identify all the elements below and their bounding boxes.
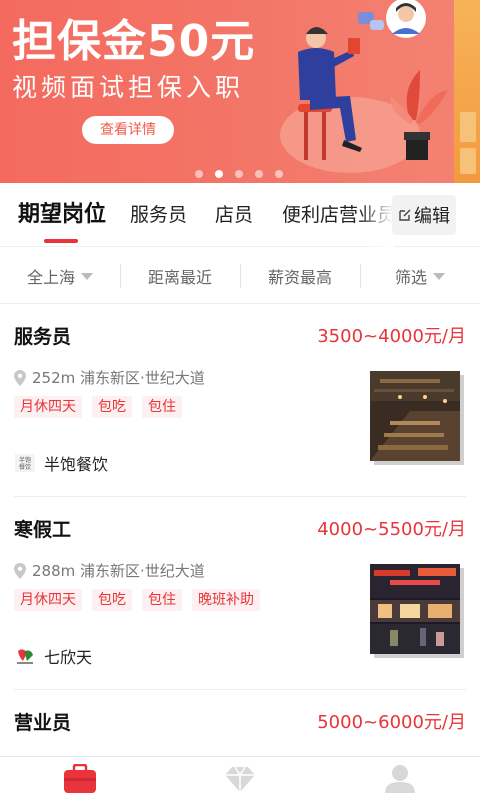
pagination-dot[interactable]: [195, 170, 203, 178]
filter-city[interactable]: 全上海: [0, 248, 120, 304]
promo-banner[interactable]: 担保金50元 视频面试担保入职 查看详情: [0, 0, 480, 183]
pagination-dot[interactable]: [255, 170, 263, 178]
job-tag: 月休四天: [14, 396, 82, 418]
filter-nearest-label: 距离最近: [147, 268, 212, 287]
job-salary: 3500~4000元/月: [317, 326, 466, 347]
nav-jobs[interactable]: [0, 757, 160, 800]
job-thumbnail: [370, 371, 464, 465]
banner-illustration: [280, 0, 448, 173]
company-logo: [14, 646, 36, 666]
filter-bar: 全上海 距离最近 薪资最高 筛选: [0, 248, 480, 304]
banner-pagination: [195, 170, 283, 178]
profile-icon: [385, 764, 415, 793]
nav-vip[interactable]: [160, 757, 320, 800]
pagination-dot[interactable]: [275, 170, 283, 178]
banner-subtitle: 视频面试担保入职: [12, 73, 245, 102]
restaurant-interior-photo: [370, 371, 460, 461]
company-info: 七欣天: [14, 644, 92, 668]
job-tag: 晚班补助: [192, 589, 260, 611]
job-tags: 月休四天 包吃 包住: [14, 396, 182, 418]
job-title: 寒假工: [14, 519, 72, 541]
filter-more-label: 筛选: [394, 268, 427, 287]
company-name: 七欣天: [44, 648, 93, 667]
job-location-text: 252m 浦东新区·世纪大道: [32, 369, 205, 387]
edit-tabs-button[interactable]: 编辑: [392, 195, 456, 235]
storefront-night-photo: [370, 564, 460, 654]
tab-shop-assistant[interactable]: 店员: [215, 183, 253, 247]
company-info: 半饱 餐饮 半饱餐饮: [14, 451, 108, 475]
job-tag: 包住: [142, 589, 182, 611]
job-tag: 包住: [142, 396, 182, 418]
svg-text:餐饮: 餐饮: [19, 463, 31, 471]
filter-nearest[interactable]: 距离最近: [120, 248, 240, 304]
job-title: 服务员: [14, 326, 72, 348]
banner-title: 担保金50元: [12, 16, 256, 67]
caret-down-icon: [81, 272, 93, 280]
tabs-fade: [360, 183, 394, 247]
job-card[interactable]: 服务员 3500~4000元/月 252m 浦东新区·世纪大道 月休四天 包吃 …: [0, 324, 480, 494]
job-thumbnail: [370, 564, 464, 658]
edit-label: 编辑: [414, 206, 450, 227]
tab-waiter[interactable]: 服务员: [130, 183, 187, 247]
diamond-icon: [225, 766, 255, 792]
card-divider: [14, 689, 466, 690]
nav-profile[interactable]: [320, 757, 480, 800]
job-tag: 包吃: [92, 396, 132, 418]
filter-city-label: 全上海: [26, 268, 75, 287]
job-tag: 月休四天: [14, 589, 82, 611]
pagination-dot-active[interactable]: [215, 170, 223, 178]
active-tab-indicator: [44, 239, 78, 243]
bottom-navigation: [0, 756, 480, 800]
job-location: 288m 浦东新区·世纪大道: [14, 560, 205, 581]
pagination-dot[interactable]: [235, 170, 243, 178]
svg-text:半饱: 半饱: [19, 456, 31, 464]
job-salary: 5000~6000元/月: [317, 712, 466, 733]
edit-icon: [399, 209, 411, 221]
job-location-text: 288m 浦东新区·世纪大道: [32, 562, 205, 580]
job-location: 252m 浦东新区·世纪大道: [14, 367, 205, 388]
briefcase-icon: [64, 763, 96, 793]
filter-more[interactable]: 筛选: [360, 248, 480, 304]
job-tags: 月休四天 包吃 包住 晚班补助: [14, 589, 260, 611]
tab-expected-position[interactable]: 期望岗位: [18, 183, 106, 247]
job-card[interactable]: 营业员 5000~6000元/月: [0, 710, 480, 754]
location-pin-icon: [14, 562, 26, 579]
filter-highest-salary[interactable]: 薪资最高: [240, 248, 360, 304]
job-salary: 4000~5500元/月: [317, 519, 466, 540]
job-tag: 包吃: [92, 589, 132, 611]
company-name: 半饱餐饮: [44, 455, 109, 474]
card-divider: [14, 496, 466, 497]
company-logo: 半饱 餐饮: [14, 453, 36, 473]
job-card[interactable]: 寒假工 4000~5500元/月 288m 浦东新区·世纪大道 月休四天 包吃 …: [0, 517, 480, 687]
job-title: 营业员: [14, 712, 72, 734]
location-pin-icon: [14, 369, 26, 386]
filter-salary-label: 薪资最高: [267, 268, 332, 287]
caret-down-icon: [433, 272, 445, 280]
view-details-button[interactable]: 查看详情: [82, 116, 174, 144]
job-category-tabs: 期望岗位 服务员 店员 便利店营业员 编辑: [0, 183, 480, 247]
